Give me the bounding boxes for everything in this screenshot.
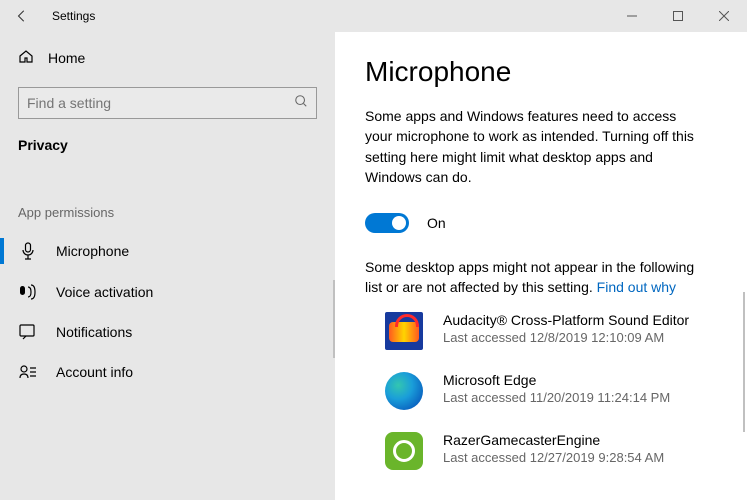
arrow-left-icon bbox=[15, 9, 29, 23]
app-row-audacity: Audacity® Cross-Platform Sound Editor La… bbox=[385, 312, 707, 350]
home-nav[interactable]: Home bbox=[0, 38, 335, 77]
window-title: Settings bbox=[52, 9, 95, 23]
page-description: Some apps and Windows features need to a… bbox=[365, 106, 707, 187]
app-name: RazerGamecasterEngine bbox=[443, 432, 664, 448]
app-name: Microsoft Edge bbox=[443, 372, 670, 388]
nav-item-label: Notifications bbox=[56, 324, 132, 340]
maximize-button[interactable] bbox=[655, 0, 701, 32]
nav-item-microphone[interactable]: Microphone bbox=[0, 230, 335, 272]
maximize-icon bbox=[673, 11, 683, 21]
search-input[interactable] bbox=[27, 95, 294, 111]
minimize-icon bbox=[627, 11, 637, 21]
microphone-toggle[interactable] bbox=[365, 213, 409, 233]
minimize-button[interactable] bbox=[609, 0, 655, 32]
nav-item-notifications[interactable]: Notifications bbox=[0, 312, 335, 352]
window-controls bbox=[609, 0, 747, 32]
search-box[interactable] bbox=[18, 87, 317, 119]
toggle-state-label: On bbox=[427, 215, 446, 231]
home-label: Home bbox=[48, 50, 85, 66]
content: Microphone Some apps and Windows feature… bbox=[335, 32, 747, 500]
app-name: Audacity® Cross-Platform Sound Editor bbox=[443, 312, 689, 328]
app-row-razer: RazerGamecasterEngine Last accessed 12/2… bbox=[385, 432, 707, 470]
microphone-icon bbox=[18, 242, 38, 260]
close-icon bbox=[719, 11, 729, 21]
home-icon bbox=[18, 48, 34, 67]
edge-icon bbox=[385, 372, 423, 410]
titlebar: Settings bbox=[0, 0, 747, 32]
content-scrollbar[interactable] bbox=[743, 292, 745, 432]
razer-icon bbox=[385, 432, 423, 470]
nav-item-voice-activation[interactable]: Voice activation bbox=[0, 272, 335, 312]
nav-list: Microphone Voice activation Notification… bbox=[0, 230, 335, 392]
account-icon bbox=[18, 364, 38, 380]
sub-description: Some desktop apps might not appear in th… bbox=[365, 257, 707, 298]
app-last-accessed: Last accessed 12/8/2019 12:10:09 AM bbox=[443, 330, 689, 345]
search-icon bbox=[294, 94, 308, 113]
nav-item-label: Account info bbox=[56, 364, 133, 380]
nav-item-label: Microphone bbox=[56, 243, 129, 259]
app-last-accessed: Last accessed 11/20/2019 11:24:14 PM bbox=[443, 390, 670, 405]
app-row-edge: Microsoft Edge Last accessed 11/20/2019 … bbox=[385, 372, 707, 410]
nav-item-label: Voice activation bbox=[56, 284, 153, 300]
nav-item-account-info[interactable]: Account info bbox=[0, 352, 335, 392]
app-list: Audacity® Cross-Platform Sound Editor La… bbox=[365, 312, 707, 470]
close-button[interactable] bbox=[701, 0, 747, 32]
back-button[interactable] bbox=[0, 0, 44, 32]
voice-icon bbox=[18, 284, 38, 300]
app-last-accessed: Last accessed 12/27/2019 9:28:54 AM bbox=[443, 450, 664, 465]
notifications-icon bbox=[18, 324, 38, 340]
page-title: Microphone bbox=[365, 56, 707, 88]
category-label: Privacy bbox=[0, 133, 335, 167]
toggle-row: On bbox=[365, 213, 707, 233]
section-label: App permissions bbox=[0, 167, 335, 230]
audacity-icon bbox=[385, 312, 423, 350]
sidebar: Home Privacy App permissions Microphone … bbox=[0, 32, 335, 500]
find-out-why-link[interactable]: Find out why bbox=[597, 279, 676, 295]
